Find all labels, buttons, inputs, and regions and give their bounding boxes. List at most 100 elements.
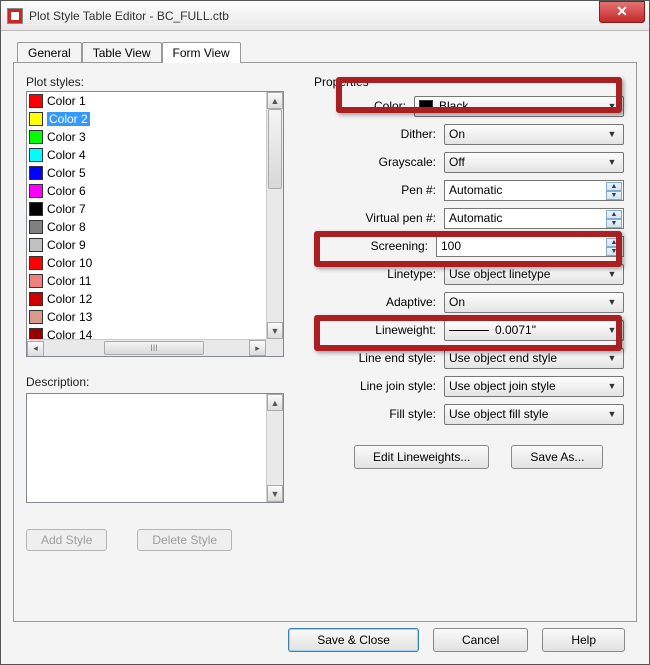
tab-form-view[interactable]: Form View — [162, 42, 241, 63]
properties-panel: Color: Black ▼ Dither: On ▼ — [314, 75, 624, 469]
scroll-right-icon[interactable]: ▸ — [249, 340, 266, 356]
edit-lineweights-button[interactable]: Edit Lineweights... — [354, 445, 489, 469]
dialog-button-bar: Save & Close Cancel Help — [1, 616, 649, 664]
plot-style-item[interactable]: Color 4 — [27, 146, 266, 164]
vscroll-thumb[interactable] — [268, 109, 282, 189]
chevron-down-icon: ▼ — [604, 268, 620, 281]
desc-vscrollbar[interactable]: ▲ ▼ — [266, 394, 283, 502]
chevron-down-icon: ▼ — [604, 100, 620, 113]
chevron-down-icon: ▼ — [604, 352, 620, 365]
spin-down-icon[interactable]: ▼ — [606, 219, 622, 228]
adaptive-value: On — [449, 295, 465, 309]
help-button[interactable]: Help — [542, 628, 625, 652]
plot-style-name: Color 8 — [47, 220, 86, 234]
end-style-label: Line end style: — [344, 351, 444, 365]
scroll-down-icon[interactable]: ▼ — [267, 322, 283, 339]
color-label: Color: — [344, 99, 414, 113]
spin-up-icon[interactable]: ▲ — [606, 210, 622, 219]
virtual-pen-stepper[interactable]: Automatic ▲▼ — [444, 208, 624, 229]
scroll-left-icon[interactable]: ◂ — [27, 341, 44, 357]
screening-stepper[interactable]: 100 ▲▼ — [436, 236, 624, 257]
plot-style-item[interactable]: Color 10 — [27, 254, 266, 272]
lineweight-line-icon — [449, 330, 489, 331]
left-column: Plot styles: Color 1Color 2Color 3Color … — [26, 75, 284, 551]
screening-value: 100 — [441, 239, 461, 253]
plot-style-item[interactable]: Color 5 — [27, 164, 266, 182]
spin-down-icon[interactable]: ▼ — [606, 247, 622, 256]
app-window: Plot Style Table Editor - BC_FULL.ctb ✕ … — [0, 0, 650, 665]
color-swatch-icon — [29, 148, 43, 162]
grayscale-value: Off — [449, 155, 465, 169]
color-value: Black — [439, 99, 468, 113]
scroll-down-icon[interactable]: ▼ — [267, 485, 283, 502]
grayscale-dropdown[interactable]: Off ▼ — [444, 152, 624, 173]
description-textarea[interactable]: ▲ ▼ — [26, 393, 284, 503]
chevron-down-icon: ▼ — [604, 128, 620, 141]
plot-style-item[interactable]: Color 12 — [27, 290, 266, 308]
plot-style-item[interactable]: Color 8 — [27, 218, 266, 236]
pen-number-stepper[interactable]: Automatic ▲▼ — [444, 180, 624, 201]
list-hscrollbar[interactable]: ◂ III ▸ — [27, 339, 266, 356]
scroll-up-icon[interactable]: ▲ — [267, 394, 283, 411]
plot-style-item[interactable]: Color 14 — [27, 326, 266, 339]
tab-table-view[interactable]: Table View — [82, 42, 162, 63]
fill-style-dropdown[interactable]: Use object fill style ▼ — [444, 404, 624, 425]
plot-style-item[interactable]: Color 9 — [27, 236, 266, 254]
end-style-dropdown[interactable]: Use object end style ▼ — [444, 348, 624, 369]
chevron-down-icon: ▼ — [604, 408, 620, 421]
plot-styles-listbox[interactable]: Color 1 Color 2 Color 3Color 4Color 5 Color… — [26, 91, 284, 357]
plot-style-name: Color 14 — [47, 328, 92, 339]
plot-style-item[interactable]: Color 1 — [27, 92, 266, 110]
plot-style-name: Color 2 — [47, 112, 90, 126]
plot-style-name: Color 1 — [47, 94, 86, 108]
lineweight-dropdown[interactable]: 0.0071" ▼ — [444, 320, 624, 341]
tab-body: Plot styles: Color 1Color 2Color 3Color … — [13, 62, 637, 622]
cancel-button[interactable]: Cancel — [433, 628, 528, 652]
pen-value: Automatic — [449, 183, 502, 197]
close-button[interactable]: ✕ — [599, 1, 645, 23]
pen-label: Pen #: — [344, 183, 444, 197]
join-style-value: Use object join style — [449, 379, 556, 393]
spin-down-icon[interactable]: ▼ — [606, 191, 622, 200]
spin-up-icon[interactable]: ▲ — [606, 238, 622, 247]
chevron-down-icon: ▼ — [604, 380, 620, 393]
color-swatch-icon — [29, 166, 43, 180]
scroll-up-icon[interactable]: ▲ — [267, 92, 283, 109]
linetype-dropdown[interactable]: Use object linetype ▼ — [444, 264, 624, 285]
plot-style-name: Color 11 — [47, 274, 91, 288]
list-vscrollbar[interactable]: ▲ ▼ — [266, 92, 283, 339]
color-swatch-icon — [29, 202, 43, 216]
plot-style-item[interactable]: Color 7 — [27, 200, 266, 218]
adaptive-dropdown[interactable]: On ▼ — [444, 292, 624, 313]
lineweight-value: 0.0071" — [495, 323, 536, 337]
spin-up-icon[interactable]: ▲ — [606, 182, 622, 191]
color-swatch-icon — [419, 100, 433, 112]
plot-style-item[interactable]: Color 6 — [27, 182, 266, 200]
lineweight-label: Lineweight: — [344, 323, 444, 337]
color-swatch-icon — [29, 274, 43, 288]
plot-style-item[interactable]: Color 11 — [27, 272, 266, 290]
delete-style-button: Delete Style — [137, 529, 232, 551]
save-as-button[interactable]: Save As... — [511, 445, 603, 469]
tab-general[interactable]: General — [17, 42, 82, 63]
titlebar: Plot Style Table Editor - BC_FULL.ctb ✕ — [1, 1, 649, 31]
plot-style-item[interactable]: Color 2 — [27, 110, 266, 128]
dither-value: On — [449, 127, 465, 141]
hscroll-thumb[interactable]: III — [104, 341, 204, 355]
adaptive-label: Adaptive: — [344, 295, 444, 309]
dither-dropdown[interactable]: On ▼ — [444, 124, 624, 145]
plot-styles-label: Plot styles: — [26, 75, 284, 89]
screening-label: Screening: — [344, 239, 436, 253]
color-swatch-icon — [29, 220, 43, 234]
chevron-down-icon: ▼ — [604, 324, 620, 337]
save-close-button[interactable]: Save & Close — [288, 628, 419, 652]
join-style-dropdown[interactable]: Use object join style ▼ — [444, 376, 624, 397]
plot-style-item[interactable]: Color 13 — [27, 308, 266, 326]
plot-style-item[interactable]: Color 3 — [27, 128, 266, 146]
window-title: Plot Style Table Editor - BC_FULL.ctb — [29, 9, 599, 23]
grayscale-label: Grayscale: — [344, 155, 444, 169]
color-dropdown[interactable]: Black ▼ — [414, 96, 624, 117]
color-swatch-icon — [29, 310, 43, 324]
plot-style-name: Color 6 — [47, 184, 86, 198]
color-swatch-icon — [29, 94, 43, 108]
